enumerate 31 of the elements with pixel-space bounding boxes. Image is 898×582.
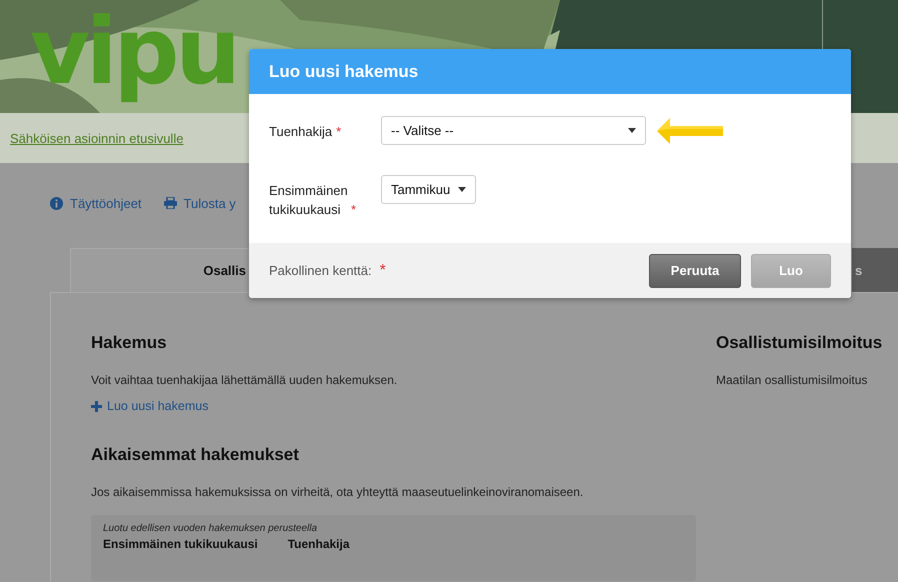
required-mark: * [380, 262, 386, 280]
plus-icon [91, 400, 102, 412]
field-label: Tuenhakija [269, 123, 332, 141]
required-mark: * [336, 124, 342, 139]
section-heading: Aikaisemmat hakemukset [91, 445, 300, 465]
required-note: Pakollinen kenttä: [269, 263, 372, 278]
select-field[interactable]: -- Valitse -- [381, 116, 646, 145]
card-note: Luotu edellisen vuoden hakemuksen perusteella [103, 523, 318, 534]
dialog-title: Luo uusi hakemus [249, 49, 851, 94]
column-heading: Ensimmäinen tukikuukausi [103, 537, 258, 551]
caret-icon [458, 187, 466, 192]
section-heading: Osallistumisilmoitus [716, 333, 884, 353]
description: Maatilan osallistumisilmoitus [716, 373, 868, 387]
print-icon [164, 197, 177, 209]
info-icon [50, 196, 63, 210]
required-mark: * [351, 202, 356, 217]
logo[interactable]: vipu [30, 2, 237, 102]
tab[interactable]: s [852, 248, 898, 292]
dialog-button[interactable]: Peruuta [649, 254, 741, 288]
select-field[interactable]: Tammikuu [381, 175, 476, 204]
toolbar-link[interactable]: Tulosta y [164, 193, 236, 213]
column-heading: Tuenhakija [288, 537, 350, 551]
toolbar-link[interactable]: Täyttöohjeet [50, 193, 142, 213]
description: Voit vaihtaa tuenhakijaa lähettämällä uuden hakemuksen. [91, 373, 398, 387]
tab[interactable]: Osallis [70, 248, 250, 292]
home-link[interactable]: Sähköisen asioinnin etusivulle [10, 130, 184, 146]
caret-icon [628, 128, 636, 133]
description: Jos aikaisemmissa hakemuksissa on virheitä, ota yhteyttä maaseutuelinkeinoviranomaiseen. [91, 485, 584, 499]
field-label: Ensimmäinen tukikuukausi [269, 182, 347, 219]
create-application-link[interactable]: Luo uusi hakemus [91, 399, 696, 413]
section-heading: Hakemus [91, 333, 168, 353]
